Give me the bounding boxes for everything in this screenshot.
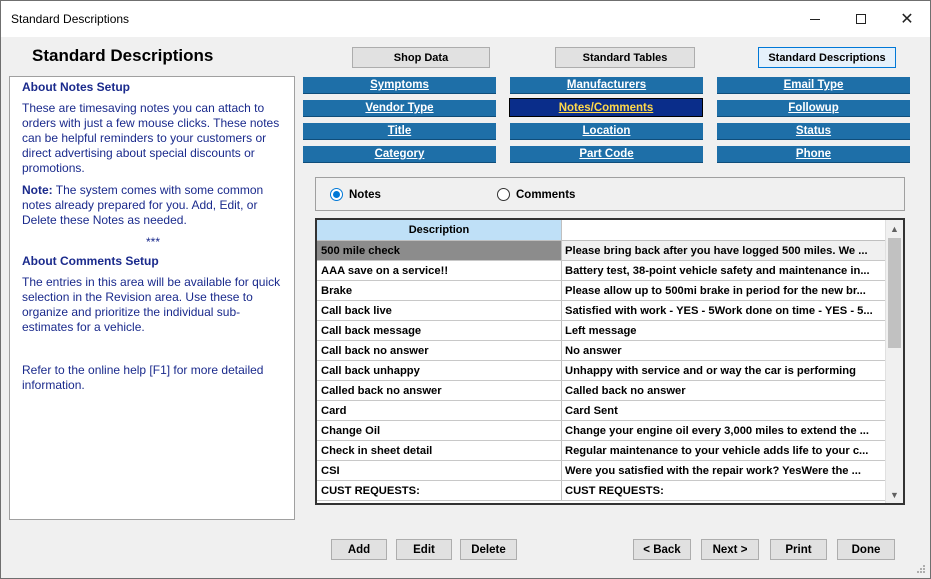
nav-followup[interactable]: Followup [717,100,910,117]
table-row[interactable]: Check in sheet detail Regular maintenance… [317,441,885,461]
notes-radio-label: Notes [349,188,381,201]
nav-status[interactable]: Status [717,123,910,140]
table-row[interactable]: Card Card Sent [317,401,885,421]
row-text: Battery test, 38-point vehicle safety an… [565,264,870,277]
row-text: Left message [565,324,637,337]
standard-tables-button[interactable]: Standard Tables [555,47,695,68]
table-row[interactable]: Call back live Satisfied with work - YES … [317,301,885,321]
row-description: CUST REQUESTS: [317,481,562,500]
nav-email-type[interactable]: Email Type [717,77,910,94]
page-title: Standard Descriptions [32,46,214,65]
standard-descriptions-window: Standard Descriptions ✕ Standard Descrip… [0,0,931,579]
delete-button[interactable]: Delete [460,539,517,560]
row-description: Check in sheet detail [317,441,562,460]
help-text: Refer to the online help [F1] for more d… [22,363,264,392]
row-description: Call back live [317,301,562,320]
table-row[interactable]: CSI Were you satisfied with the repair wo… [317,461,885,481]
row-description: Call back no answer [317,341,562,360]
window-title: Standard Descriptions [11,12,130,26]
table-row[interactable]: Call back no answer No answer [317,341,885,361]
scroll-down-icon[interactable]: ▼ [886,486,903,503]
table-row[interactable]: Call back unhappy Unhappy with service an… [317,361,885,381]
nav-manufacturers[interactable]: Manufacturers [510,77,703,94]
nav-title[interactable]: Title [303,123,496,140]
note-text: The system comes with some common notes … [22,183,264,227]
resize-grip-icon[interactable] [916,564,926,574]
nav-part-code[interactable]: Part Code [510,146,703,163]
minimize-icon[interactable] [792,1,838,37]
row-text: Called back no answer [565,384,686,397]
row-text: Regular maintenance to your vehicle adds… [565,444,869,457]
row-description: CSI [317,461,562,480]
nav-symptoms[interactable]: Symptoms [303,77,496,94]
scroll-up-icon[interactable]: ▲ [886,220,903,237]
done-button[interactable]: Done [837,539,895,560]
vertical-scrollbar[interactable]: ▲ ▼ [885,220,903,503]
row-text: Change your engine oil every 3,000 miles… [565,424,870,437]
notes-setup-text: These are timesaving notes you can attac… [22,101,280,175]
comments-radio[interactable]: Comments [497,188,575,201]
table-row[interactable]: Called back no answer Called back no answ… [317,381,885,401]
row-text: CUST REQUESTS: [565,484,664,497]
comments-setup-heading: About Comments Setup [22,254,159,268]
row-text: Satisfied with work - YES - 5Work done o… [565,304,873,317]
row-description: Brake [317,281,562,300]
radio-selected-icon [330,188,343,201]
row-description: 500 mile check [317,241,562,260]
note-paragraph: Note: The system comes with some common … [22,183,284,228]
text-column-header[interactable] [562,220,885,241]
comments-radio-label: Comments [516,188,576,201]
close-icon[interactable]: ✕ [884,1,930,37]
print-button[interactable]: Print [770,539,827,560]
nav-location[interactable]: Location [510,123,703,140]
description-column-header[interactable]: Description [317,220,562,241]
maximize-icon[interactable] [838,1,884,37]
row-text: Card Sent [565,404,618,417]
nav-notes-comments[interactable]: Notes/Comments [509,98,703,117]
row-description: Call back message [317,321,562,340]
title-bar[interactable]: Standard Descriptions ✕ [1,1,930,37]
back-button[interactable]: < Back [633,539,691,560]
table-row[interactable]: AAA save on a service!! Battery test, 38-… [317,261,885,281]
nav-category[interactable]: Category [303,146,496,163]
scroll-thumb[interactable] [888,238,901,348]
row-text: Please bring back after you have logged … [562,241,885,260]
row-description: Card [317,401,562,420]
row-text: Unhappy with service and or way the car … [565,364,856,377]
table-body: 500 mile check Please bring back after yo… [317,241,885,501]
row-description: Change Oil [317,421,562,440]
notes-setup-heading: About Notes Setup [22,80,130,94]
row-description: Called back no answer [317,381,562,400]
separator: *** [145,235,160,249]
next-button[interactable]: Next > [701,539,759,560]
table-row[interactable]: Change Oil Change your engine oil every 3… [317,421,885,441]
descriptions-table: Description 500 mile check Please bring b… [315,218,905,505]
standard-descriptions-button[interactable]: Standard Descriptions [758,47,896,68]
add-button[interactable]: Add [331,539,387,560]
row-text: Please allow up to 500mi brake in period… [565,284,866,297]
note-label: Note: [22,183,53,197]
comments-setup-text: The entries in this area will be availab… [22,275,281,334]
edit-button[interactable]: Edit [396,539,452,560]
radio-unselected-icon [497,188,510,201]
row-text: No answer [565,344,622,357]
table-row[interactable]: Brake Please allow up to 500mi brake in p… [317,281,885,301]
table-row[interactable]: Call back message Left message [317,321,885,341]
row-description: Call back unhappy [317,361,562,380]
notes-comments-radio-group: Notes Comments [315,177,905,211]
notes-radio[interactable]: Notes [330,188,381,201]
nav-vendor-type[interactable]: Vendor Type [303,100,496,117]
nav-phone[interactable]: Phone [717,146,910,163]
table-header: Description [317,220,885,241]
table-row[interactable]: CUST REQUESTS: CUST REQUESTS: [317,481,885,501]
table-row[interactable]: 500 mile check Please bring back after yo… [317,241,885,261]
shop-data-button[interactable]: Shop Data [352,47,490,68]
row-text: Were you satisfied with the repair work?… [565,464,861,477]
info-panel: About Notes Setup These are timesaving n… [9,76,295,520]
row-description: AAA save on a service!! [317,261,562,280]
